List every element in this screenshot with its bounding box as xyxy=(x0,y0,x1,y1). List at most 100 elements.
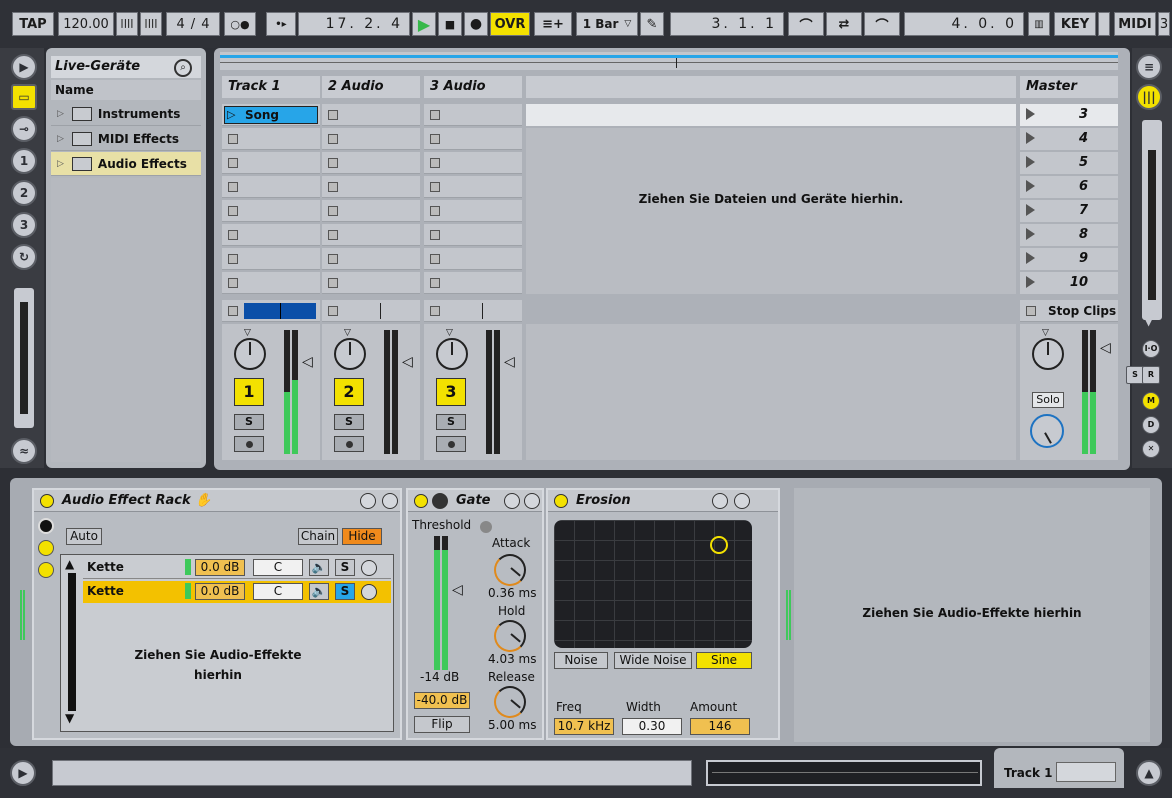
track-header-1[interactable]: Track 1 xyxy=(222,76,320,98)
xy-handle[interactable] xyxy=(710,536,728,554)
xy-display[interactable] xyxy=(554,520,752,648)
chain-pan[interactable]: C xyxy=(253,583,303,600)
devices-toggle-icon[interactable] xyxy=(38,562,54,578)
clip-slot[interactable] xyxy=(222,152,320,174)
scene-4[interactable]: 4 xyxy=(1020,128,1118,150)
pan-knob[interactable] xyxy=(1032,338,1064,370)
places-1-icon[interactable]: 1 xyxy=(11,148,37,174)
back-to-arrangement-icon[interactable]: ≡+ xyxy=(534,12,572,36)
volume-slider[interactable]: ◁ xyxy=(302,354,313,370)
detail-track-tab[interactable]: Track 1 xyxy=(994,748,1124,788)
chain-pan[interactable]: C xyxy=(253,559,303,576)
scene-9[interactable]: 9 xyxy=(1020,248,1118,270)
speaker-icon[interactable]: 🔈 xyxy=(309,583,329,600)
flip-button[interactable]: Flip xyxy=(414,716,470,733)
erosion-save-icon[interactable] xyxy=(734,493,750,509)
track-activator-3[interactable]: 3 xyxy=(436,378,466,406)
session-view-icon[interactable]: ||| xyxy=(1136,84,1162,110)
clip-slot[interactable] xyxy=(222,224,320,246)
chain-button[interactable]: Chain xyxy=(298,528,338,545)
gate-fold-icon[interactable] xyxy=(432,493,448,509)
quantize-select[interactable]: 1 Bar ▽ xyxy=(576,12,638,36)
arm-record-button[interactable] xyxy=(334,436,364,452)
arm-record-button[interactable] xyxy=(436,436,466,452)
refresh-icon[interactable]: ↻ xyxy=(11,244,37,270)
rack-title-bar[interactable]: Audio Effect Rack ✋ xyxy=(34,490,400,512)
midi-map-button[interactable]: MIDI xyxy=(1114,12,1156,36)
clip-slot[interactable] xyxy=(222,176,320,198)
auto-select-button[interactable]: Auto xyxy=(66,528,102,545)
clip-slot[interactable] xyxy=(424,200,522,222)
gate-save-icon[interactable] xyxy=(524,493,540,509)
clip-slot[interactable] xyxy=(424,176,522,198)
arm-record-button[interactable] xyxy=(234,436,264,452)
pencil-icon[interactable]: ✎ xyxy=(640,12,664,36)
loop-length-field[interactable]: 4. 0. 0 xyxy=(904,12,1024,36)
detail-view-toggle-icon[interactable]: ▲ xyxy=(1136,760,1162,786)
browser-toggle-icon[interactable]: ▶ xyxy=(11,54,37,80)
stop-clips-button[interactable]: Stop Clips xyxy=(1020,300,1118,322)
clip-slot[interactable] xyxy=(424,248,522,270)
scene-6[interactable]: 6 xyxy=(1020,176,1118,198)
clip-slot[interactable] xyxy=(222,248,320,270)
loop-icon[interactable]: ⇄ xyxy=(826,12,862,36)
solo-button[interactable]: S xyxy=(234,414,264,430)
rack-power-icon[interactable] xyxy=(40,494,54,508)
tap-button[interactable]: TAP xyxy=(12,12,54,36)
scene-10[interactable]: 10 xyxy=(1020,272,1118,294)
chain-volume[interactable]: 0.0 dB xyxy=(195,583,245,600)
clip-stop-track-1[interactable] xyxy=(222,300,320,322)
browser-item-midi-effects[interactable]: ▷ MIDI Effects xyxy=(51,127,201,151)
gate-power-icon[interactable] xyxy=(414,494,428,508)
browser-item-instruments[interactable]: ▷ Instruments xyxy=(51,102,201,126)
returns-toggle-icon[interactable]: R xyxy=(1142,366,1160,384)
rack-save-icon[interactable] xyxy=(382,493,398,509)
chain-row-selected[interactable]: Kette 0.0 dB C 🔈 S xyxy=(83,581,391,603)
chain-hotswap-icon[interactable] xyxy=(361,584,377,600)
erosion-power-icon[interactable] xyxy=(554,494,568,508)
cpu-overview[interactable] xyxy=(706,760,982,786)
device-drop-area[interactable]: Ziehen Sie Audio-Effekte hierhin xyxy=(794,488,1150,742)
chain-scrollbar[interactable]: ▲ ▼ xyxy=(65,557,79,727)
freq-value[interactable]: 10.7 kHz xyxy=(554,718,614,735)
crossfader-toggle-icon[interactable]: ✕ xyxy=(1142,440,1160,458)
scene-8[interactable]: 8 xyxy=(1020,224,1118,246)
ovr-button[interactable]: OVR xyxy=(490,12,530,36)
threshold-slider[interactable]: ◁ xyxy=(452,582,463,598)
clip-slot[interactable] xyxy=(424,104,522,126)
mixer-toggle-icon[interactable]: M xyxy=(1142,392,1160,410)
rack-hotswap-icon[interactable] xyxy=(360,493,376,509)
track-header-master[interactable]: Master xyxy=(1020,76,1118,98)
track-activator-1[interactable]: 1 xyxy=(234,378,264,406)
key-map-button[interactable]: KEY xyxy=(1054,12,1096,36)
clip-slot[interactable] xyxy=(424,128,522,150)
volume-slider[interactable]: ◁ xyxy=(1100,340,1111,356)
tempo-field[interactable]: 120.00 xyxy=(58,12,114,36)
session-drop-area[interactable]: Ziehen Sie Dateien und Geräte hierhin. xyxy=(526,128,1016,294)
scene-3[interactable]: 3 xyxy=(1020,104,1118,126)
pan-knob[interactable] xyxy=(334,338,366,370)
gate-hotswap-icon[interactable] xyxy=(504,493,520,509)
volume-slider[interactable]: ◁ xyxy=(402,354,413,370)
clip-slot[interactable] xyxy=(322,200,420,222)
scroll-down-icon[interactable]: ▼ xyxy=(1144,314,1153,328)
chain-solo-button[interactable]: S xyxy=(335,583,355,600)
clip-stop-track-3[interactable] xyxy=(424,300,522,322)
live-devices-icon[interactable]: ▭ xyxy=(11,84,37,110)
hide-button[interactable]: Hide xyxy=(342,528,382,545)
delay-toggle-icon[interactable]: D xyxy=(1142,416,1160,434)
mode-sine-button[interactable]: Sine xyxy=(696,652,752,669)
pan-knob[interactable] xyxy=(436,338,468,370)
keyboard-icon[interactable]: ▥ xyxy=(1028,12,1050,36)
clip-slot[interactable] xyxy=(424,152,522,174)
macro-toggle-icon[interactable] xyxy=(38,518,54,534)
loop-start-field[interactable]: 3. 1. 1 xyxy=(670,12,784,36)
punch-out-icon[interactable]: ⌒ xyxy=(864,12,900,36)
chain-hotswap-icon[interactable] xyxy=(361,560,377,576)
song-position[interactable]: 17. 2. 4 xyxy=(298,12,410,36)
clip-slot[interactable] xyxy=(322,128,420,150)
browser-scrollbar[interactable] xyxy=(14,288,34,428)
search-icon[interactable]: ⌕ xyxy=(174,59,192,77)
places-2-icon[interactable]: 2 xyxy=(11,180,37,206)
device-chain-overview[interactable] xyxy=(1056,762,1116,782)
